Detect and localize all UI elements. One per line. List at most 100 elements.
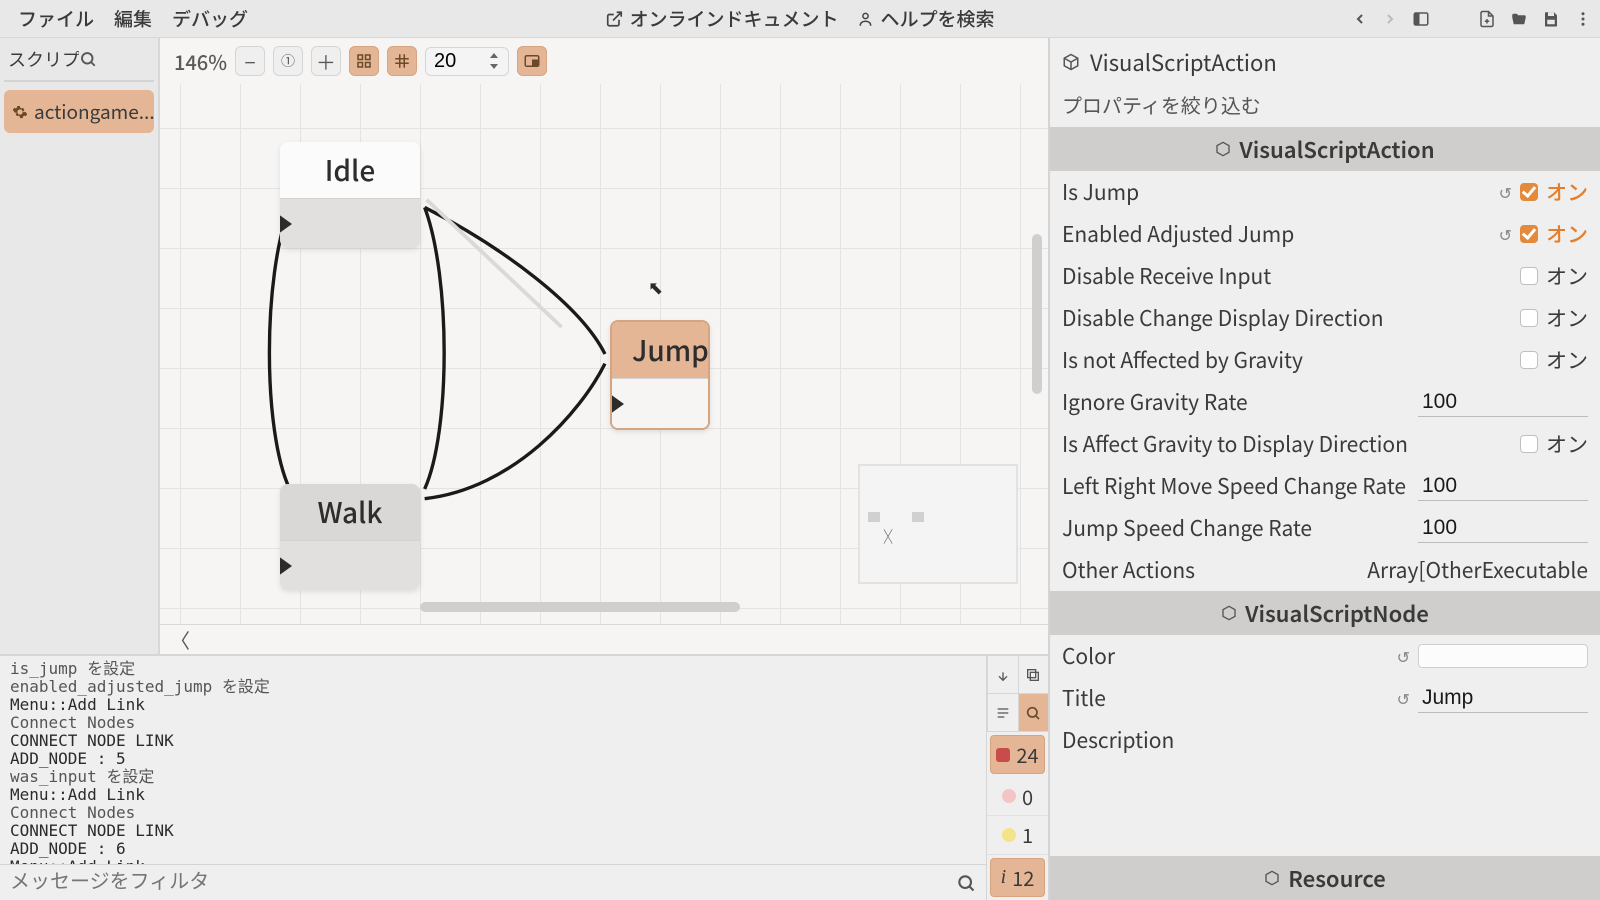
number-input[interactable] xyxy=(1418,472,1588,501)
console-tool-1[interactable] xyxy=(987,656,1018,694)
save-button[interactable] xyxy=(1542,10,1560,28)
menu-edit[interactable]: 編集 xyxy=(104,1,162,36)
node-title: Walk xyxy=(280,484,420,540)
number-input[interactable] xyxy=(1418,514,1588,543)
text-input[interactable] xyxy=(1418,684,1588,713)
prop-jump-speed: Jump Speed Change Rate xyxy=(1050,507,1600,549)
section-icon xyxy=(1221,605,1237,621)
checkbox[interactable] xyxy=(1520,351,1538,369)
prop-other-actions: Other Actions Array[OtherExecutable xyxy=(1050,549,1600,591)
property-filter[interactable]: プロパティを絞り込む xyxy=(1050,86,1600,127)
node-title: Idle xyxy=(280,142,420,198)
node-walk[interactable]: Walk xyxy=(280,484,420,590)
number-input[interactable] xyxy=(1418,388,1588,417)
port-in-icon[interactable] xyxy=(280,214,292,234)
search-icon[interactable] xyxy=(956,873,976,893)
checkbox[interactable] xyxy=(1520,309,1538,327)
section-icon xyxy=(1264,870,1280,886)
minimap[interactable]: ᚷ xyxy=(858,464,1018,584)
info-icon: i xyxy=(1001,866,1007,889)
zoom-out-button[interactable]: − xyxy=(235,46,265,76)
prop-disable-change-display: Disable Change Display Direction オン xyxy=(1050,297,1600,339)
info-count: 12 xyxy=(1012,863,1034,892)
open-file-button[interactable] xyxy=(1510,10,1528,28)
grid-size-input[interactable] xyxy=(434,50,482,73)
checkbox[interactable] xyxy=(1520,225,1538,243)
yellow-count: 1 xyxy=(1022,820,1033,849)
reset-button[interactable]: ↺ xyxy=(1499,222,1512,246)
checkbox[interactable] xyxy=(1520,267,1538,285)
prop-is-affect-gravity-dir: Is Affect Gravity to Display Direction オ… xyxy=(1050,423,1600,465)
console-tool-3[interactable] xyxy=(987,694,1018,732)
cursor-icon: ⬉ xyxy=(648,274,663,300)
menu-file[interactable]: ファイル xyxy=(8,1,104,36)
minimap-toggle-button[interactable] xyxy=(517,46,547,76)
console-tool-2[interactable] xyxy=(1018,656,1049,694)
section-icon xyxy=(1215,141,1231,157)
sidebar-item-label: actiongame... xyxy=(34,98,155,125)
prop-enabled-adjusted-jump: Enabled Adjusted Jump ↺ オン xyxy=(1050,213,1600,255)
prop-is-jump: Is Jump ↺ オン xyxy=(1050,171,1600,213)
show-grid-button[interactable] xyxy=(387,46,417,76)
color-swatch[interactable] xyxy=(1418,644,1588,668)
online-docs-label: オンラインドキュメント xyxy=(629,5,838,32)
prop-title: Title ↺ xyxy=(1050,677,1600,719)
console-search-toggle[interactable] xyxy=(1018,694,1049,732)
console-filter-warnings[interactable]: 24 xyxy=(990,735,1045,774)
checkbox[interactable] xyxy=(1520,435,1538,453)
error-count: 0 xyxy=(1022,782,1033,811)
prop-lr-move-speed: Left Right Move Speed Change Rate xyxy=(1050,465,1600,507)
zoom-in-button[interactable]: ＋ xyxy=(311,46,341,76)
graph-canvas[interactable]: Idle Walk Jump ⬉ xyxy=(160,84,1048,624)
vertical-scrollbar[interactable] xyxy=(1032,234,1042,394)
prop-description: Description xyxy=(1050,719,1600,761)
prop-color: Color ↺ xyxy=(1050,635,1600,677)
console-log: is_jump を設定enabled_adjusted_jump を設定Menu… xyxy=(0,656,986,864)
panel-toggle-button[interactable] xyxy=(1412,10,1430,28)
menu-debug[interactable]: デバッグ xyxy=(162,1,258,36)
zoom-reset-button[interactable]: ① xyxy=(273,46,303,76)
nav-back-button[interactable] xyxy=(1352,11,1368,27)
horizontal-scrollbar[interactable] xyxy=(420,602,740,612)
search-icon[interactable] xyxy=(79,50,150,68)
reset-button[interactable]: ↺ xyxy=(1397,686,1410,710)
checkbox[interactable] xyxy=(1520,183,1538,201)
port-in-icon[interactable] xyxy=(280,556,292,576)
minimap-node-icon: ᚷ xyxy=(874,524,902,546)
prop-ignore-gravity-rate: Ignore Gravity Rate xyxy=(1050,381,1600,423)
console-filter-info[interactable]: i 12 xyxy=(990,858,1045,897)
kebab-menu-button[interactable] xyxy=(1574,10,1592,28)
help-label: ヘルプを検索 xyxy=(881,5,995,32)
yellow-icon xyxy=(1002,828,1016,842)
node-title: Jump xyxy=(612,322,708,378)
warning-count: 24 xyxy=(1016,740,1038,769)
new-file-button[interactable] xyxy=(1478,10,1496,28)
reset-button[interactable]: ↺ xyxy=(1499,180,1512,204)
snap-grid-button[interactable] xyxy=(349,46,379,76)
prop-not-affected-gravity: Is not Affected by Gravity オン xyxy=(1050,339,1600,381)
section-visualscriptaction[interactable]: VisualScriptAction xyxy=(1050,127,1600,171)
nav-forward-button[interactable] xyxy=(1382,11,1398,27)
gear-icon xyxy=(12,104,28,120)
port-in-icon[interactable] xyxy=(612,394,624,414)
section-visualscriptnode[interactable]: VisualScriptNode xyxy=(1050,591,1600,635)
reset-button[interactable]: ↺ xyxy=(1397,644,1410,668)
inspector-class: VisualScriptAction xyxy=(1090,46,1277,78)
person-help-icon xyxy=(857,10,875,28)
zoom-level: 146% xyxy=(174,47,227,76)
prop-disable-receive-input: Disable Receive Input オン xyxy=(1050,255,1600,297)
section-resource[interactable]: Resource xyxy=(1050,856,1600,900)
console-filter-yellow[interactable]: 1 xyxy=(987,816,1048,855)
chevron-left-icon[interactable]: 〈 xyxy=(170,625,190,654)
grid-size-spinner[interactable] xyxy=(425,47,509,76)
spinner-icon[interactable] xyxy=(488,51,500,71)
external-link-icon xyxy=(605,10,623,28)
warning-icon xyxy=(996,748,1010,762)
console-filter-errors[interactable]: 0 xyxy=(987,777,1048,816)
sidebar-item-actiongame[interactable]: actiongame... xyxy=(4,90,154,133)
help-link[interactable]: ヘルプを検索 xyxy=(857,5,995,32)
console-filter-input[interactable] xyxy=(10,871,956,894)
online-docs-link[interactable]: オンラインドキュメント xyxy=(605,5,838,32)
node-jump[interactable]: Jump xyxy=(610,320,710,430)
node-idle[interactable]: Idle xyxy=(280,142,420,248)
